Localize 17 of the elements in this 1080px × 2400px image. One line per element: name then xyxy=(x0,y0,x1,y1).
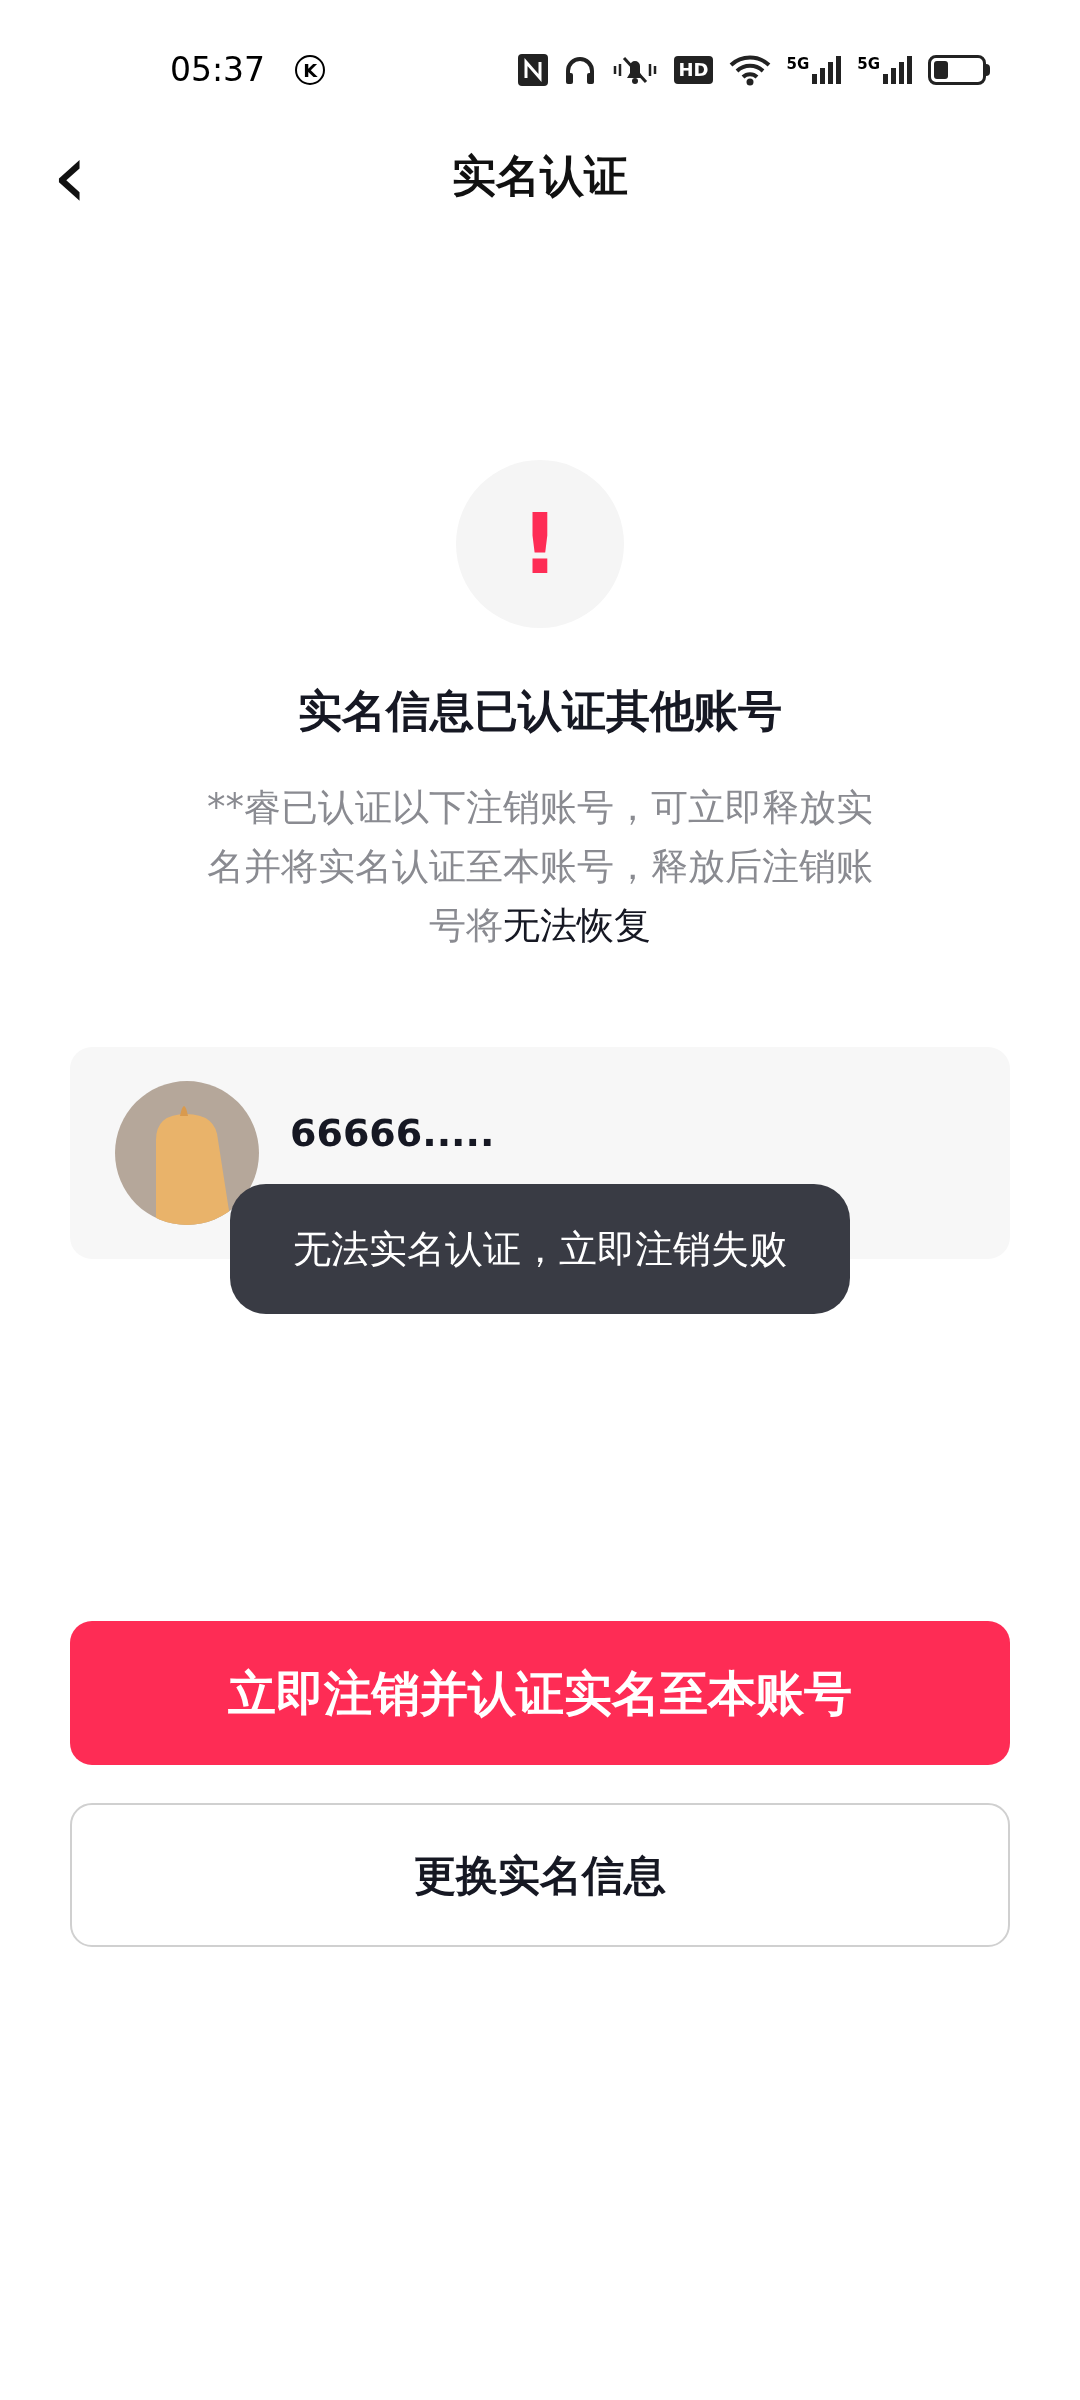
headphones-icon xyxy=(564,55,597,85)
hd-icon: HD xyxy=(674,56,713,84)
muted-bell-icon xyxy=(612,54,659,86)
status-badge: K xyxy=(295,55,326,85)
confirm-button[interactable]: 立即注销并认证实名至本账号 xyxy=(70,1621,1010,1765)
toast-message: 无法实名认证，立即注销失败 xyxy=(230,1184,850,1314)
back-button[interactable]: ‹ xyxy=(40,136,100,216)
nfc-icon xyxy=(518,54,549,86)
change-info-button[interactable]: 更换实名信息 xyxy=(70,1803,1010,1947)
alert-message: **睿已认证以下注销账号，可立即释放实名并将实名认证至本账号，释放后注销账号将无法恢复 xyxy=(206,785,874,949)
battery-icon xyxy=(928,55,990,85)
wifi-icon xyxy=(728,54,771,86)
warning-icon: ! xyxy=(456,460,624,628)
page-title: 实名认证 xyxy=(452,149,628,203)
alert-heading: 实名信息已认证其他账号 xyxy=(297,684,783,738)
account-name: 66666..... xyxy=(290,1110,495,1157)
status-time: 05:37 xyxy=(170,49,266,92)
